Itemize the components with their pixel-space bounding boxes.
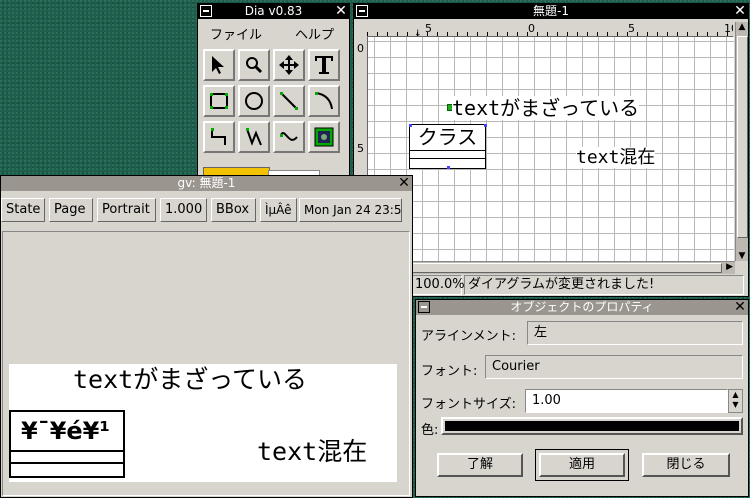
- ruler-h-label: 10: [724, 22, 733, 35]
- image-tool-button[interactable]: [308, 121, 340, 153]
- box-icon: [210, 93, 228, 109]
- gv-text-konzai: text混在: [257, 437, 368, 466]
- alignment-label: アラインメント:: [421, 329, 516, 344]
- magnify-icon: [246, 57, 263, 74]
- ok-button[interactable]: 了解: [437, 453, 523, 477]
- zigzag-icon: [211, 128, 226, 145]
- horizontal-scroll-thumb[interactable]: [380, 263, 722, 273]
- gv-viewport[interactable]: textがまざっている ¥¯¥é¥¹ text混在: [2, 231, 410, 496]
- toolbox-close-icon[interactable]: ✕: [335, 4, 347, 18]
- class-handle: [484, 124, 487, 127]
- dia-toolbox-window: Dia v0.83 ✕ ファイル ヘルプ: [197, 3, 350, 183]
- font-size-input[interactable]: 1.00: [525, 389, 728, 413]
- diagram-window-menu-icon[interactable]: [356, 5, 368, 17]
- gv-uml-class-name: ¥¯¥é¥¹: [11, 412, 123, 452]
- scroll-down-icon[interactable]: ▼: [736, 251, 748, 261]
- gv-scale-button[interactable]: 1.000: [160, 198, 207, 222]
- line-icon: [280, 92, 298, 110]
- scroll-up-icon[interactable]: ▲: [736, 22, 748, 34]
- magnify-tool-button[interactable]: [238, 49, 270, 81]
- diagram-canvas[interactable]: textがまざっている クラス text混在: [368, 37, 734, 261]
- color-label: 色:: [421, 423, 439, 438]
- arc-tool-button[interactable]: [308, 85, 340, 117]
- color-swatch-button[interactable]: [441, 417, 743, 435]
- uml-attributes-section: [410, 151, 485, 159]
- ruler-position-marker: ↓: [414, 29, 422, 37]
- properties-close-icon[interactable]: ✕: [734, 300, 746, 314]
- arc-icon: [315, 92, 333, 110]
- toolbox-title: Dia v0.83: [244, 4, 303, 18]
- gv-page: textがまざっている ¥¯¥é¥¹ text混在: [9, 364, 397, 482]
- scroll-right-icon[interactable]: ▶: [726, 262, 733, 272]
- ruler-h-label: 0: [528, 22, 535, 35]
- image-icon: [314, 127, 334, 147]
- diagram-text-mixed[interactable]: textがまざっている: [452, 92, 640, 121]
- font-size-spinner[interactable]: ▲ ▼: [728, 389, 743, 413]
- gv-uml-attributes: [11, 452, 123, 464]
- text-t-icon: [315, 56, 333, 74]
- box-tool-button[interactable]: [203, 85, 235, 117]
- spin-up-icon[interactable]: ▲: [729, 390, 742, 400]
- uml-class-box[interactable]: クラス: [409, 124, 486, 169]
- ellipse-icon: [245, 92, 263, 110]
- gv-uml-class: ¥¯¥é¥¹: [9, 410, 125, 478]
- properties-titlebar[interactable]: オブジェクトのプロパティ: [416, 300, 748, 315]
- gv-text-mixed: textがまざっている: [73, 365, 307, 394]
- apply-button[interactable]: 適用: [539, 453, 625, 477]
- ruler-h-label: 5: [425, 22, 432, 35]
- move-icon: [279, 55, 299, 75]
- toolbox-window-menu-icon[interactable]: [200, 5, 212, 17]
- diagram-titlebar[interactable]: 無題-1: [354, 4, 748, 19]
- polyline-tool-button[interactable]: [238, 121, 270, 153]
- gv-titlebar[interactable]: gv: 無題-1: [1, 176, 412, 191]
- horizontal-scrollbar[interactable]: ▶: [368, 261, 735, 274]
- ellipse-tool-button[interactable]: [238, 85, 270, 117]
- color-swatch: [445, 421, 739, 431]
- pointer-tool-button[interactable]: [203, 49, 235, 81]
- class-handle: [409, 124, 412, 127]
- font-label: フォント:: [421, 364, 478, 379]
- gv-bbox-button[interactable]: BBox: [211, 198, 256, 222]
- line-tool-button[interactable]: [273, 85, 305, 117]
- spin-down-icon[interactable]: ▼: [729, 400, 742, 410]
- ruler-h-label: 5: [628, 22, 635, 35]
- ruler-corner: [355, 22, 367, 36]
- vertical-scrollbar[interactable]: ▲ ▼: [735, 22, 748, 261]
- menu-help[interactable]: ヘルプ: [295, 24, 334, 43]
- toolbox-titlebar[interactable]: Dia v0.83: [198, 4, 349, 19]
- status-bar: ダイアグラムが変更されました!: [464, 275, 744, 295]
- bezier-icon: [280, 132, 298, 141]
- ruler-v-label: 5: [357, 142, 364, 155]
- vertical-scroll-thumb[interactable]: [737, 36, 748, 238]
- close-button[interactable]: 閉じる: [642, 453, 730, 477]
- menu-file[interactable]: ファイル: [210, 24, 262, 43]
- gv-state-button[interactable]: State: [1, 198, 45, 222]
- arrow-icon: [212, 56, 224, 74]
- gv-orientation-button[interactable]: Portrait: [97, 198, 156, 222]
- text-tool-button[interactable]: [308, 49, 340, 81]
- diagram-text-konzai[interactable]: text混在: [576, 143, 656, 169]
- horizontal-ruler: 5 0 5 10 ↓: [367, 22, 733, 37]
- font-select[interactable]: Courier: [485, 355, 743, 379]
- bezier-tool-button[interactable]: [273, 121, 305, 153]
- font-size-label: フォントサイズ:: [421, 397, 516, 412]
- gv-close-icon[interactable]: ✕: [398, 176, 410, 190]
- uml-class-name: クラス: [410, 125, 485, 151]
- ruler-v-label: 0: [357, 42, 364, 55]
- polyline-icon: [246, 128, 262, 146]
- scroll-tool-button[interactable]: [273, 49, 305, 81]
- zoom-field[interactable]: 100.0%: [412, 275, 465, 295]
- properties-title: オブジェクトのプロパティ: [510, 300, 654, 314]
- class-handle: [447, 166, 450, 169]
- alignment-select[interactable]: 左: [527, 321, 743, 345]
- gv-title-label: ÌµÂê: [260, 198, 297, 222]
- properties-window-menu-icon[interactable]: [418, 301, 430, 313]
- diagram-close-icon[interactable]: ✕: [734, 4, 746, 18]
- gv-page-button[interactable]: Page: [49, 198, 93, 222]
- zigzag-tool-button[interactable]: [203, 121, 235, 153]
- gv-title: gv: 無題-1: [177, 176, 236, 190]
- gv-date-label: Mon Jan 24 23:5: [299, 198, 402, 222]
- diagram-title: 無題-1: [533, 4, 569, 18]
